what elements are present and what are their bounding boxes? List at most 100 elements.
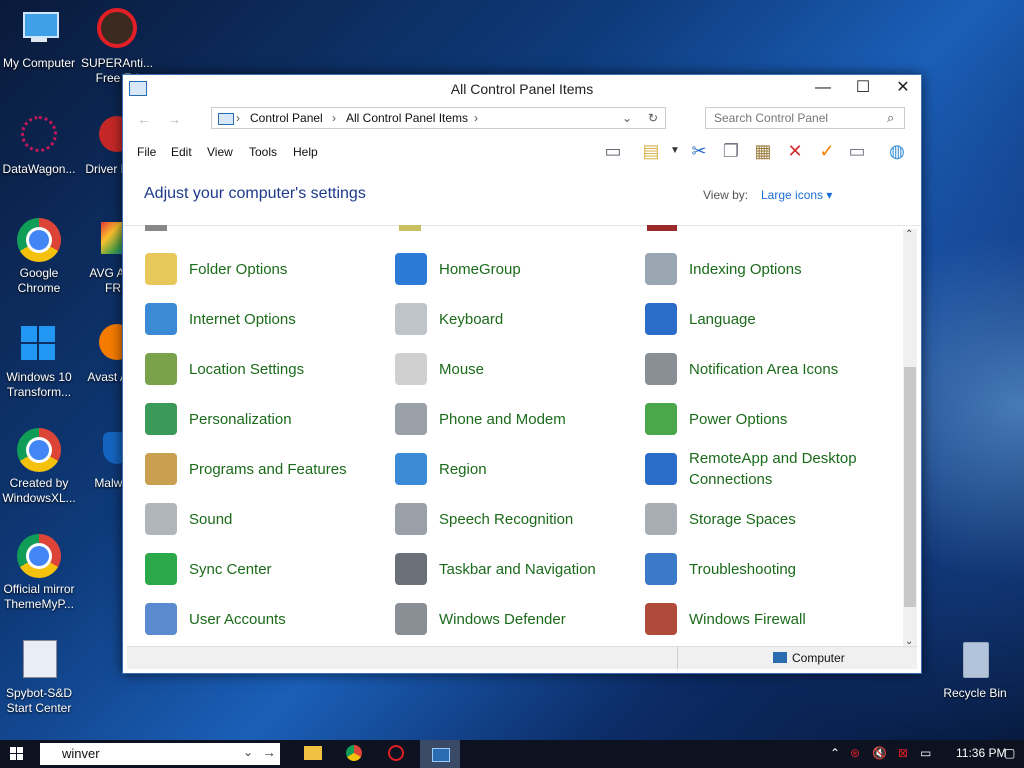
menu-view[interactable]: View [207,145,233,159]
desktop-icon-spybot[interactable]: Spybot-S&D Start Center [0,638,78,716]
control-panel-icon [432,748,450,762]
desktop-icon-created-by-windowsxl[interactable]: Created by WindowsXL... [0,428,78,506]
view-by-dropdown[interactable]: Large icons ▾ [761,188,832,202]
keyboard-icon [395,303,427,335]
title-bar[interactable]: All Control Panel Items — ☐ ✕ [123,75,921,103]
submit-arrow-icon[interactable]: → [262,744,276,760]
taskbar-control-panel-button[interactable] [420,740,460,768]
taskbar-navigation-icon [395,553,427,585]
programs-features-icon [145,453,177,485]
desktop-icon-official-mirror[interactable]: Official mirror ThemeMyP... [0,534,78,612]
cp-item-speech-recognition[interactable]: Speech Recognition [395,499,573,539]
cp-item-personalization[interactable]: Personalization [145,399,292,439]
address-row: ← → › Control Panel › All Control Panel … [123,103,921,133]
desktop-icon-recycle-bin[interactable]: Recycle Bin [936,638,1014,701]
menu-file[interactable]: File [137,145,156,159]
computer-icon [17,8,61,52]
cp-item-power-options[interactable]: Power Options [645,399,787,439]
cp-item-keyboard[interactable]: Keyboard [395,299,503,339]
control-panel-icon [218,113,234,125]
cp-item-storage-spaces[interactable]: Storage Spaces [645,499,796,539]
vertical-scrollbar[interactable]: ⌃ ⌄ [903,229,917,649]
phone-modem-icon [395,403,427,435]
cp-item-windows-defender[interactable]: Windows Defender [395,599,566,639]
windows-start-icon[interactable] [10,747,24,761]
breadcrumb-all-items[interactable]: All Control Panel Items [346,108,468,128]
paste-icon[interactable]: ▦ [751,139,775,163]
status-divider [677,647,678,669]
menu-tools[interactable]: Tools [249,145,277,159]
cp-item-sync-center[interactable]: Sync Center [145,549,272,589]
breadcrumb-control-panel[interactable]: Control Panel [250,108,323,128]
cp-item-location-settings[interactable]: Location Settings [145,349,304,389]
superantispyware-icon [95,8,139,52]
cp-item-troubleshooting[interactable]: Troubleshooting [645,549,796,589]
action-center-icon[interactable]: ▭ [920,746,931,760]
forward-arrow-icon[interactable]: → [167,111,181,127]
chevron-down-icon[interactable]: ⌄ [622,108,632,128]
cp-item-internet-options[interactable]: Internet Options [145,299,296,339]
cp-item-homegroup[interactable]: HomeGroup [395,249,521,289]
chevron-down-icon[interactable]: ⌄ [243,745,253,759]
search-input[interactable]: Search Control Panel [705,107,905,129]
desktop-icon-datawagon[interactable]: DataWagon... [0,114,78,177]
file-explorer-icon[interactable] [304,746,322,760]
cp-item-language[interactable]: Language [645,299,756,339]
folder-icon[interactable]: ▤ [639,139,663,163]
refresh-icon[interactable]: ↻ [648,108,658,128]
cp-item-programs-and-features[interactable]: Programs and Features [145,449,347,489]
windows-icon [17,322,61,366]
chevron-down-icon[interactable]: ▼ [663,139,687,163]
cp-item-folder-options[interactable]: Folder Options [145,249,287,289]
close-button[interactable]: ✕ [883,75,923,103]
partial-item-icon [145,225,167,231]
desktop-icon-google-chrome[interactable]: Google Chrome [0,218,78,296]
cp-item-sound[interactable]: Sound [145,499,232,539]
sync-center-icon [145,553,177,585]
cp-item-remoteapp[interactable]: RemoteApp and Desktop Connections [645,449,885,489]
cp-item-phone-and-modem[interactable]: Phone and Modem [395,399,566,439]
superantispyware-icon[interactable] [388,745,404,761]
windows-defender-icon [395,603,427,635]
cut-icon[interactable]: ✂ [687,139,711,163]
superantispyware-tray-icon[interactable]: ⊛ [850,746,860,760]
address-bar[interactable]: › Control Panel › All Control Panel Item… [211,107,666,129]
desktop-icon-windows10-transformation[interactable]: Windows 10 Transform... [0,322,78,400]
scrollbar-thumb[interactable] [904,367,916,607]
user-accounts-icon [145,603,177,635]
page-title: Adjust your computer's settings [144,185,366,202]
maximize-button[interactable]: ☐ [843,75,883,103]
copy-icon[interactable]: ❐ [719,139,743,163]
properties-icon[interactable]: ▭ [845,139,869,163]
speaker-muted-icon[interactable]: 🔇 [872,746,887,760]
items-grid: Folder Options HomeGroup Indexing Option… [123,225,903,645]
status-bar: Computer [127,646,917,669]
clock[interactable]: 11:36 PM [956,746,1006,760]
cp-item-indexing-options[interactable]: Indexing Options [645,249,802,289]
cp-item-user-accounts[interactable]: User Accounts [145,599,286,639]
cp-item-notification-area-icons[interactable]: Notification Area Icons [645,349,838,389]
cp-item-region[interactable]: Region [395,449,487,489]
menu-edit[interactable]: Edit [171,145,192,159]
chrome-icon[interactable] [346,745,362,761]
minimize-button[interactable]: — [803,75,843,103]
cp-item-windows-firewall[interactable]: Windows Firewall [645,599,806,639]
power-options-icon [645,403,677,435]
notifications-icon[interactable]: ▢ [1004,746,1015,760]
view-by-label: View by: [703,188,749,202]
show-hidden-icons-icon[interactable]: ⌃ [830,746,840,760]
network-error-icon[interactable]: ⊠ [898,746,908,760]
folder-options-icon [145,253,177,285]
checkmark-icon[interactable]: ✓ [815,139,839,163]
globe-icon[interactable]: ◍ [885,139,909,163]
scroll-up-arrow-icon[interactable]: ⌃ [905,229,913,240]
desktop-icon-my-computer[interactable]: My Computer [0,8,78,71]
control-panel-window[interactable]: All Control Panel Items — ☐ ✕ ← → › Cont… [122,74,922,674]
layout-pane-icon[interactable]: ▭ [601,139,625,163]
back-arrow-icon[interactable]: ← [137,111,151,127]
menu-help[interactable]: Help [293,145,318,159]
cp-item-taskbar-and-navigation[interactable]: Taskbar and Navigation [395,549,596,589]
search-icon: ⌕ [887,110,895,125]
cp-item-mouse[interactable]: Mouse [395,349,484,389]
delete-icon[interactable]: ✕ [783,139,807,163]
